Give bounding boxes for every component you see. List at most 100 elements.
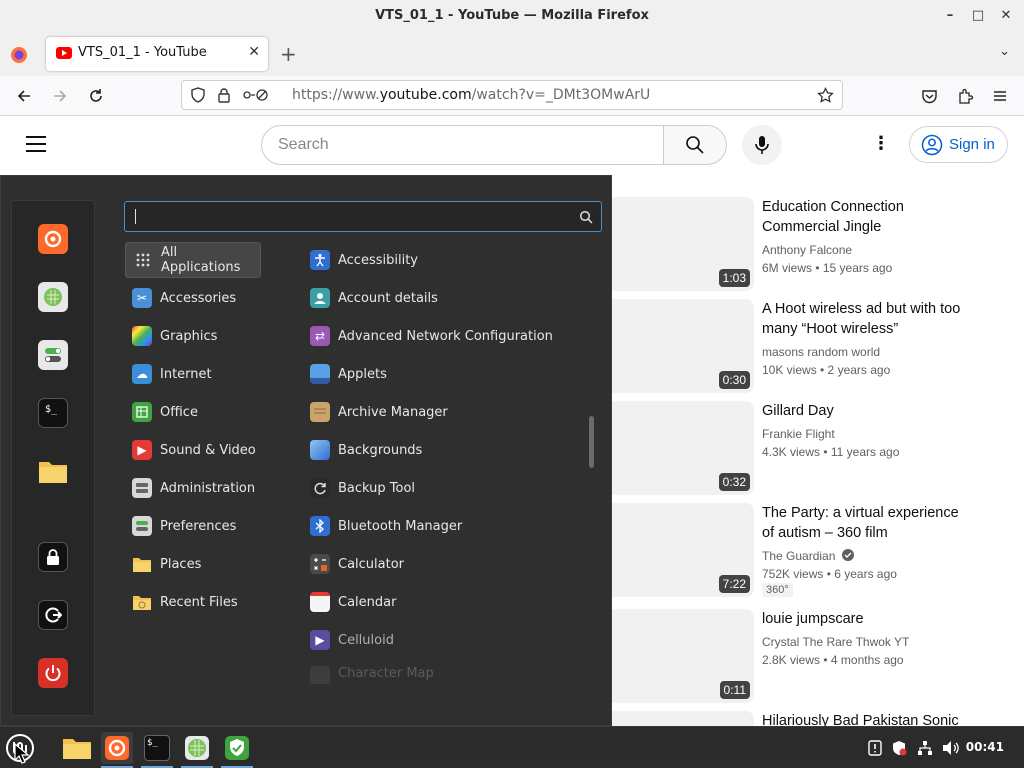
close-window-button[interactable]: ✕	[996, 6, 1016, 26]
related-video[interactable]: Hilariously Bad Pakistan Sonic	[612, 711, 1024, 726]
permissions-icon[interactable]	[242, 87, 270, 103]
category-internet[interactable]: ☁ Internet	[125, 356, 261, 392]
favorite-logout[interactable]	[38, 600, 68, 630]
video-title[interactable]: The Party: a virtual experience of autis…	[762, 503, 972, 543]
app-bluetooth-manager[interactable]: Bluetooth Manager	[304, 508, 584, 544]
taskbar-firefox[interactable]	[101, 732, 133, 764]
app-archive-manager[interactable]: Archive Manager	[304, 394, 584, 430]
folder-icon	[39, 462, 67, 483]
minimize-button[interactable]: –	[940, 6, 960, 26]
url-bar[interactable]: https://www.youtube.com/watch?v=_DMt3OMw…	[181, 80, 843, 110]
video-title[interactable]: A Hoot wireless ad but with too many “Ho…	[762, 299, 972, 339]
extensions-button[interactable]	[954, 85, 976, 107]
category-places[interactable]: Places	[125, 546, 261, 582]
menu-search-input[interactable]	[124, 201, 602, 232]
category-graphics[interactable]: Graphics	[125, 318, 261, 354]
app-backgrounds[interactable]: Backgrounds	[304, 432, 584, 468]
related-video[interactable]: 0:11 louie jumpscare Crystal The Rare Th…	[612, 609, 1024, 709]
app-label: Backgrounds	[338, 442, 423, 458]
volume-tray[interactable]	[942, 739, 960, 757]
shield-check-icon	[225, 736, 249, 760]
new-tab-button[interactable]: +	[280, 42, 297, 66]
app-celluloid[interactable]: ▶ Celluloid	[304, 622, 584, 658]
clock[interactable]: 00:41	[966, 740, 1004, 754]
network-tray[interactable]	[916, 739, 934, 757]
favorite-settings[interactable]	[38, 340, 68, 370]
video-channel[interactable]: The Guardian	[762, 549, 854, 563]
related-video[interactable]: 0:30 A Hoot wireless ad but with too man…	[612, 299, 1024, 399]
favorite-shutdown[interactable]	[38, 658, 68, 688]
favorite-software-manager[interactable]	[38, 282, 68, 312]
related-video[interactable]: 7:22 The Party: a virtual experience of …	[612, 503, 1024, 603]
favorite-files[interactable]	[38, 456, 68, 486]
hamburger-icon	[994, 91, 1006, 101]
video-channel[interactable]: Crystal The Rare Thwok YT	[762, 635, 909, 649]
video-thumbnail[interactable]: 1:03	[612, 197, 754, 291]
update-tray[interactable]	[890, 739, 908, 757]
video-title[interactable]: louie jumpscare	[762, 609, 972, 629]
video-thumbnail[interactable]: 7:22	[612, 503, 754, 597]
video-title[interactable]: Education Connection Commercial Jingle	[762, 197, 972, 237]
app-applets[interactable]: Applets	[304, 356, 584, 392]
favorite-lock-screen[interactable]	[38, 542, 68, 572]
shield-icon[interactable]	[190, 87, 206, 103]
back-button[interactable]	[13, 85, 35, 107]
tab-list-chevron-icon[interactable]: ⌄	[999, 44, 1010, 59]
settings-more-button[interactable]: ⋮	[870, 133, 892, 155]
video-channel[interactable]: masons random world	[762, 345, 880, 359]
application-menu: $_ All Applications ✂ Accessories Graphi…	[0, 175, 612, 726]
app-calculator[interactable]: Calculator	[304, 546, 584, 582]
category-label: Places	[160, 556, 202, 572]
app-character-map[interactable]: Character Map	[304, 660, 584, 684]
related-video[interactable]: 0:32 Gillard Day Frankie Flight 4.3K vie…	[612, 401, 1024, 501]
taskbar-software-manager[interactable]	[181, 732, 213, 764]
app-advanced-network-configuration[interactable]: ⇄ Advanced Network Configuration	[304, 318, 584, 354]
app-accessibility[interactable]: Accessibility	[304, 242, 584, 278]
favorite-firefox[interactable]	[38, 224, 68, 254]
app-calendar[interactable]: Calendar	[304, 584, 584, 620]
video-channel[interactable]: Frankie Flight	[762, 427, 835, 441]
taskbar-update-manager[interactable]	[221, 732, 253, 764]
play-icon: ▶	[132, 440, 152, 460]
category-office[interactable]: Office	[125, 394, 261, 430]
forward-button[interactable]	[49, 85, 71, 107]
video-thumbnail[interactable]: 0:11	[612, 609, 754, 703]
account-icon	[310, 288, 330, 308]
bookmark-star-icon[interactable]	[817, 87, 834, 104]
video-title[interactable]: Gillard Day	[762, 401, 972, 421]
tab-close-button[interactable]: ✕	[248, 44, 260, 60]
menu-scrollbar[interactable]	[589, 416, 594, 468]
category-all-applications[interactable]: All Applications	[125, 242, 261, 278]
taskbar-files[interactable]	[61, 732, 93, 764]
category-recent-files[interactable]: Recent Files	[125, 584, 261, 620]
video-thumbnail[interactable]	[612, 711, 754, 726]
taskbar-terminal[interactable]: $_	[141, 732, 173, 764]
tab-youtube[interactable]: VTS_01_1 - YouTube ✕	[46, 37, 268, 71]
app-backup-tool[interactable]: Backup Tool	[304, 470, 584, 506]
category-sound-video[interactable]: ▶ Sound & Video	[125, 432, 261, 468]
guide-menu-icon[interactable]	[26, 135, 46, 153]
text-cursor	[135, 209, 136, 224]
video-duration: 0:30	[718, 371, 750, 389]
sign-in-button[interactable]: Sign in	[909, 126, 1008, 163]
category-preferences[interactable]: Preferences	[125, 508, 261, 544]
video-channel[interactable]: Anthony Falcone	[762, 243, 852, 257]
maximize-button[interactable]: □	[968, 6, 988, 26]
app-menu-button[interactable]	[989, 85, 1011, 107]
youtube-search-button[interactable]	[663, 125, 727, 165]
category-accessories[interactable]: ✂ Accessories	[125, 280, 261, 316]
video-thumbnail[interactable]: 0:30	[612, 299, 754, 393]
lock-icon[interactable]	[216, 87, 232, 103]
reload-button[interactable]	[85, 85, 107, 107]
favorite-terminal[interactable]: $_	[38, 398, 68, 428]
app-account-details[interactable]: Account details	[304, 280, 584, 316]
video-thumbnail[interactable]: 0:32	[612, 401, 754, 495]
youtube-search-input[interactable]: Search	[261, 125, 664, 165]
voice-search-button[interactable]	[742, 125, 782, 165]
category-administration[interactable]: Administration	[125, 470, 261, 506]
firefox-icon[interactable]	[10, 46, 28, 64]
related-video[interactable]: 1:03 Education Connection Commercial Jin…	[612, 197, 1024, 297]
video-title[interactable]: Hilariously Bad Pakistan Sonic	[762, 711, 1002, 726]
pocket-button[interactable]	[918, 85, 940, 107]
notifications-tray[interactable]	[866, 739, 884, 757]
